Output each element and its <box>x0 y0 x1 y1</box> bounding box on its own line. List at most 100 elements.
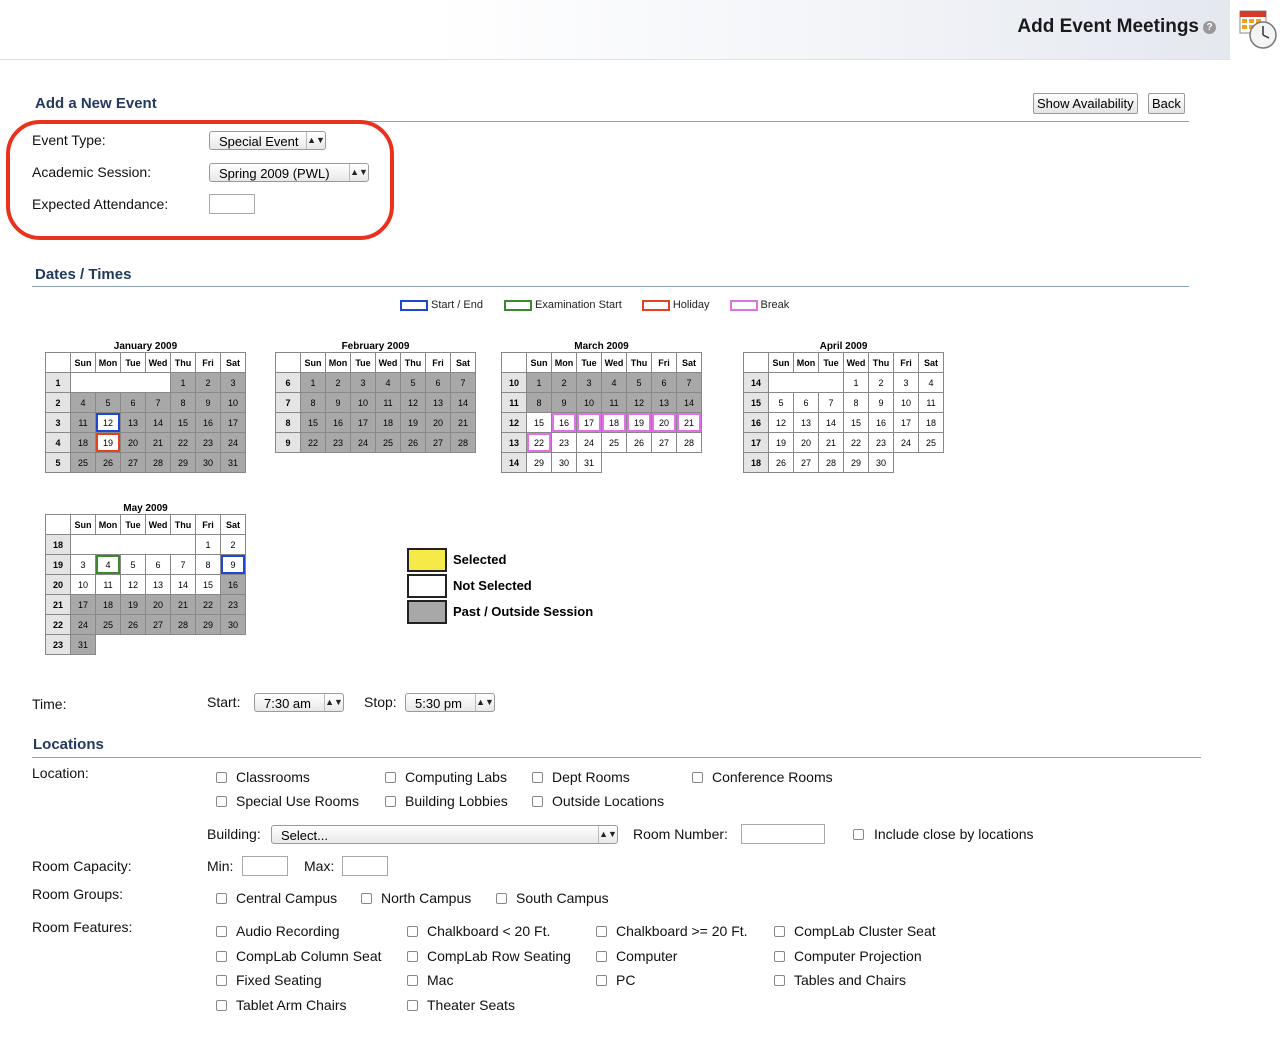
day-cell[interactable]: 16 <box>195 412 221 433</box>
day-cell[interactable]: 14 <box>676 392 702 413</box>
day-cell[interactable]: 3 <box>220 372 246 393</box>
central-campus-checkbox[interactable] <box>216 893 227 904</box>
week-number[interactable]: 19 <box>45 554 71 575</box>
computing-labs-checkbox[interactable] <box>385 772 396 783</box>
day-cell[interactable]: 7 <box>170 554 196 575</box>
week-number[interactable]: 15 <box>743 392 769 413</box>
day-cell[interactable]: 19 <box>768 432 794 453</box>
computer-checkbox[interactable] <box>596 950 607 962</box>
mac-checkbox[interactable] <box>407 975 418 986</box>
day-cell[interactable]: 28 <box>676 432 702 453</box>
day-cell[interactable]: 20 <box>425 412 451 433</box>
day-cell[interactable]: 20 <box>793 432 819 453</box>
day-cell[interactable]: 7 <box>450 372 476 393</box>
fixed-seating-checkbox[interactable] <box>216 975 227 986</box>
week-number[interactable]: 4 <box>45 432 71 453</box>
day-cell[interactable]: 26 <box>400 432 426 453</box>
include-close-checkbox[interactable] <box>853 829 864 840</box>
day-cell[interactable]: 30 <box>195 452 221 473</box>
day-cell[interactable]: 6 <box>793 392 819 413</box>
day-cell[interactable]: 15 <box>526 412 552 433</box>
complab-column-seat-checkbox[interactable] <box>216 950 227 962</box>
day-cell[interactable]: 28 <box>450 432 476 453</box>
classrooms-checkbox[interactable] <box>216 772 227 783</box>
day-cell[interactable]: 29 <box>843 452 869 473</box>
day-cell[interactable]: 28 <box>170 614 196 635</box>
week-number[interactable]: 10 <box>501 372 527 393</box>
day-cell[interactable]: 8 <box>843 392 869 413</box>
day-cell[interactable]: 14 <box>170 574 196 595</box>
conference-rooms-checkbox[interactable] <box>692 772 703 783</box>
day-cell[interactable]: 11 <box>95 574 121 595</box>
day-cell[interactable]: 19 <box>95 432 121 453</box>
day-cell[interactable]: 12 <box>95 412 121 433</box>
day-cell[interactable]: 5 <box>626 372 652 393</box>
week-number[interactable]: 14 <box>501 452 527 473</box>
day-cell[interactable]: 24 <box>576 432 602 453</box>
day-cell[interactable]: 10 <box>576 392 602 413</box>
day-cell[interactable]: 9 <box>551 392 577 413</box>
day-cell[interactable]: 5 <box>95 392 121 413</box>
day-cell[interactable]: 30 <box>551 452 577 473</box>
computer-projection-checkbox[interactable] <box>774 950 785 962</box>
day-cell[interactable]: 11 <box>918 392 944 413</box>
week-number[interactable]: 8 <box>275 412 301 433</box>
day-cell[interactable]: 6 <box>145 554 171 575</box>
day-cell[interactable]: 15 <box>843 412 869 433</box>
day-cell[interactable]: 14 <box>818 412 844 433</box>
day-cell[interactable]: 14 <box>145 412 171 433</box>
day-cell[interactable]: 17 <box>576 412 602 433</box>
day-cell[interactable]: 3 <box>70 554 96 575</box>
north-campus-checkbox[interactable] <box>361 893 372 904</box>
week-number[interactable]: 14 <box>743 372 769 393</box>
day-cell[interactable]: 24 <box>350 432 376 453</box>
day-cell[interactable]: 4 <box>918 372 944 393</box>
day-cell[interactable]: 8 <box>526 392 552 413</box>
week-number[interactable]: 6 <box>275 372 301 393</box>
tables-and-chairs-checkbox[interactable] <box>774 975 785 986</box>
dept-rooms-checkbox[interactable] <box>532 772 543 783</box>
chalkboard-20-ft-checkbox[interactable] <box>407 926 418 937</box>
day-cell[interactable]: 28 <box>145 452 171 473</box>
day-cell[interactable]: 11 <box>601 392 627 413</box>
week-number[interactable]: 23 <box>45 634 71 655</box>
start-time-select[interactable]: 7:30 am ▲▼ <box>254 693 344 712</box>
day-cell[interactable]: 20 <box>651 412 677 433</box>
day-cell[interactable]: 9 <box>325 392 351 413</box>
building-lobbies-checkbox[interactable] <box>385 796 396 807</box>
day-cell[interactable]: 31 <box>70 634 96 655</box>
week-number[interactable]: 16 <box>743 412 769 433</box>
day-cell[interactable]: 21 <box>145 432 171 453</box>
day-cell[interactable]: 1 <box>526 372 552 393</box>
day-cell[interactable]: 20 <box>145 594 171 615</box>
day-cell[interactable]: 18 <box>95 594 121 615</box>
audio-recording-checkbox[interactable] <box>216 926 227 937</box>
day-cell[interactable]: 23 <box>220 594 246 615</box>
day-cell[interactable]: 10 <box>893 392 919 413</box>
day-cell[interactable]: 8 <box>195 554 221 575</box>
day-cell[interactable]: 4 <box>95 554 121 575</box>
day-cell[interactable]: 10 <box>70 574 96 595</box>
day-cell[interactable]: 25 <box>95 614 121 635</box>
day-cell[interactable]: 24 <box>70 614 96 635</box>
week-number[interactable]: 18 <box>45 534 71 555</box>
stop-time-select[interactable]: 5:30 pm ▲▼ <box>405 693 495 712</box>
building-select[interactable]: Select... ▲▼ <box>271 825 618 844</box>
day-cell[interactable]: 29 <box>195 614 221 635</box>
day-cell[interactable]: 25 <box>70 452 96 473</box>
week-number[interactable]: 11 <box>501 392 527 413</box>
day-cell[interactable]: 12 <box>626 392 652 413</box>
day-cell[interactable]: 20 <box>120 432 146 453</box>
day-cell[interactable]: 21 <box>818 432 844 453</box>
week-number[interactable]: 9 <box>275 432 301 453</box>
day-cell[interactable]: 5 <box>768 392 794 413</box>
day-cell[interactable]: 12 <box>768 412 794 433</box>
day-cell[interactable]: 5 <box>120 554 146 575</box>
day-cell[interactable]: 10 <box>350 392 376 413</box>
day-cell[interactable]: 13 <box>145 574 171 595</box>
day-cell[interactable]: 1 <box>170 372 196 393</box>
week-number[interactable]: 1 <box>45 372 71 393</box>
south-campus-checkbox[interactable] <box>496 893 507 904</box>
day-cell[interactable]: 16 <box>325 412 351 433</box>
day-cell[interactable]: 21 <box>170 594 196 615</box>
